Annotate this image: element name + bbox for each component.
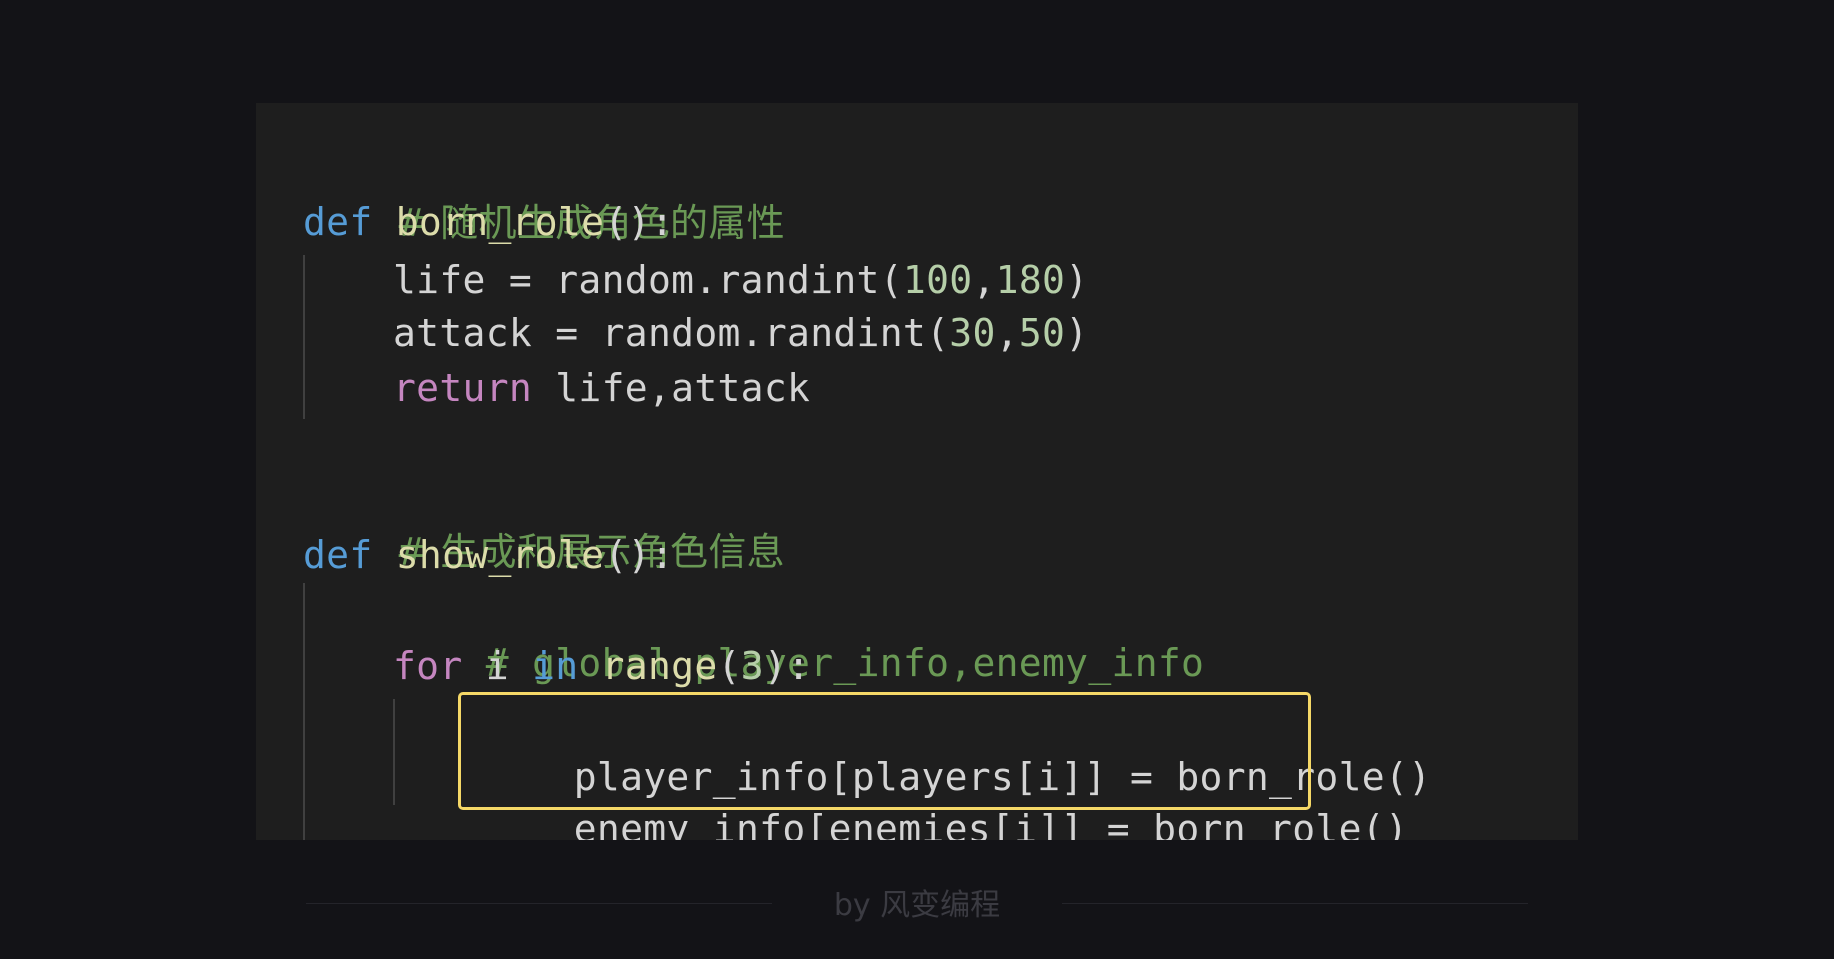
code-line-1: # 随机生成角色的属性 xyxy=(303,145,785,245)
highlight-box xyxy=(458,692,1311,810)
code-line-5: return life,attack xyxy=(393,362,810,414)
function-name: show_role xyxy=(395,533,605,577)
punctuation: , xyxy=(995,311,1019,355)
footer-credit: by 风变编程 xyxy=(833,888,1001,923)
code-line-3: life = random.randint(100,180) xyxy=(393,254,1088,306)
code-text: attack = random.randint( xyxy=(393,311,950,355)
keyword-def: def xyxy=(303,200,373,244)
code-text: enemy_info[enemies[i]] = born_role() xyxy=(573,807,1409,840)
code-line-4: attack = random.randint(30,50) xyxy=(393,307,1088,359)
keyword-def: def xyxy=(303,533,373,577)
code-editor-panel: # 随机生成角色的属性 def born_role(): life = rand… xyxy=(256,103,1578,840)
punctuation: (): xyxy=(604,533,674,577)
keyword-return: return xyxy=(393,366,533,410)
punctuation: , xyxy=(972,258,996,302)
code-text: i xyxy=(462,644,533,688)
punctuation: ) xyxy=(1065,311,1089,355)
code-line-8: # global player_info,enemy_info xyxy=(393,585,1204,685)
code-line-9: for i in range(3): xyxy=(393,640,810,692)
number-literal: 180 xyxy=(995,258,1066,302)
code-line-7: def show_role(): xyxy=(303,529,674,581)
punctuation: ): xyxy=(763,644,811,688)
number-literal: 100 xyxy=(902,258,973,302)
punctuation: ) xyxy=(1065,258,1089,302)
number-literal: 30 xyxy=(949,311,996,355)
punctuation: (): xyxy=(604,200,674,244)
number-literal: 3 xyxy=(740,644,764,688)
code-line-6: # 生成和展示角色信息 xyxy=(303,474,785,574)
number-literal: 50 xyxy=(1018,311,1066,355)
punctuation: ( xyxy=(717,644,741,688)
code-text: life,attack xyxy=(532,366,811,410)
keyword-for: for xyxy=(393,644,463,688)
keyword-in: in xyxy=(532,644,579,688)
function-name: born_role xyxy=(395,200,605,244)
builtin-range: range xyxy=(601,644,718,688)
code-line-2: def born_role(): xyxy=(303,196,674,248)
code-text: life = random.randint( xyxy=(393,258,903,302)
